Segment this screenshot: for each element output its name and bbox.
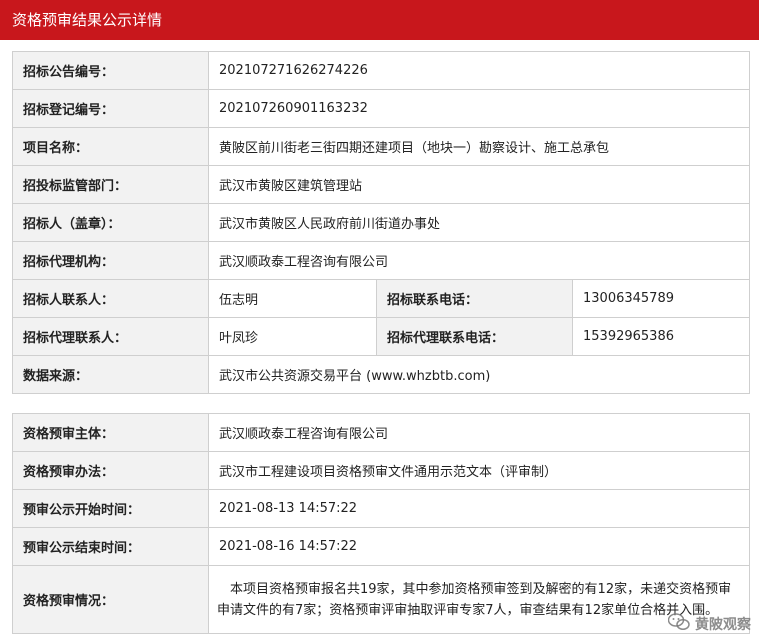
watermark-text: 黄陂观察	[695, 617, 751, 633]
watermark: 黄陂观察	[667, 613, 751, 635]
table-row: 数据来源： 武汉市公共资源交易平台 (www.whzbtb.com)	[12, 355, 751, 394]
table-row: 招标登记编号： 20210726090116323​2	[12, 89, 751, 128]
registration-number: 20210726090116323​2	[207, 89, 751, 128]
field-label: 数据来源：	[12, 355, 209, 394]
table-row: 招标人联系人： 伍志明 招标联系电话： 13006345789	[12, 279, 751, 318]
agency-phone: 15392965386	[571, 317, 751, 356]
table-row: 项目名称： 黄陂区前川街老三街四期还建项目（地块一）勘察设计、施工总承包	[12, 127, 751, 166]
table-row: 招标代理机构： 武汉顺政泰工程咨询有限公司	[12, 241, 751, 280]
field-label: 资格预审主体：	[12, 413, 209, 452]
announcement-number: 202107271626274226	[207, 51, 751, 90]
field-label: 招标联系电话：	[376, 279, 573, 318]
supervision-dept: 武汉市黄陂区建筑管理站	[207, 165, 751, 204]
field-label: 招标人联系人：	[12, 279, 209, 318]
field-label: 招投标监管部门：	[12, 165, 209, 204]
table-row: 资格预审办法： 武汉市工程建设项目资格预审文件通用示范文本（评审制）	[12, 451, 750, 490]
tenderer: 武汉市黄陂区人民政府前川街道办事处	[207, 203, 751, 242]
publicity-start: 2021-08-13 14:57:22	[208, 489, 750, 528]
table-row: 预审公示开始时间： 2021-08-13 14:57:22	[12, 489, 750, 528]
field-label: 招标公告编号：	[12, 51, 209, 90]
page-title: 资格预审结果公示详情	[0, 0, 759, 40]
agency-contact: 叶凤珍	[208, 317, 377, 356]
table-row: 资格预审主体： 武汉顺政泰工程咨询有限公司	[12, 413, 750, 452]
prequal-method: 武汉市工程建设项目资格预审文件通用示范文本（评审制）	[208, 451, 750, 490]
prequal-body: 武汉顺政泰工程咨询有限公司	[208, 413, 750, 452]
data-source: 武汉市公共资源交易平台 (www.whzbtb.com)	[207, 355, 751, 394]
tenderer-contact: 伍志明	[208, 279, 377, 318]
table-row: 招投标监管部门： 武汉市黄陂区建筑管理站	[12, 165, 751, 204]
agency: 武汉顺政泰工程咨询有限公司	[207, 241, 751, 280]
field-label: 资格预审办法：	[12, 451, 209, 490]
project-info-table: 招标公告编号： 202107271626274226 招标登记编号： 20210…	[12, 51, 751, 394]
table-row: 招标代理联系人： 叶凤珍 招标代理联系电话： 15392965386	[12, 317, 751, 356]
tenderer-phone: 13006345789	[571, 279, 751, 318]
field-label: 项目名称：	[12, 127, 209, 166]
wechat-icon	[667, 613, 690, 635]
table-row: 预审公示结束时间： 2021-08-16 14:57:22	[12, 527, 750, 566]
project-name: 黄陂区前川街老三街四期还建项目（地块一）勘察设计、施工总承包	[207, 127, 751, 166]
field-label: 招标代理机构：	[12, 241, 209, 280]
table-row: 资格预审情况： 本项目资格预审报名共19家，其中参加资格预审签到及解密的有12家…	[12, 565, 750, 634]
field-label: 预审公示结束时间：	[12, 527, 209, 566]
field-label: 招标代理联系电话：	[376, 317, 573, 356]
prequalification-table: 资格预审主体： 武汉顺政泰工程咨询有限公司 资格预审办法： 武汉市工程建设项目资…	[12, 413, 750, 634]
table-row: 招标公告编号： 202107271626274226	[12, 51, 751, 90]
publicity-end: 2021-08-16 14:57:22	[208, 527, 750, 566]
table-row: 招标人（盖章）： 武汉市黄陂区人民政府前川街道办事处	[12, 203, 751, 242]
field-label: 资格预审情况：	[12, 565, 209, 634]
field-label: 招标代理联系人：	[12, 317, 209, 356]
field-label: 招标人（盖章）：	[12, 203, 209, 242]
field-label: 预审公示开始时间：	[12, 489, 209, 528]
field-label: 招标登记编号：	[12, 89, 209, 128]
